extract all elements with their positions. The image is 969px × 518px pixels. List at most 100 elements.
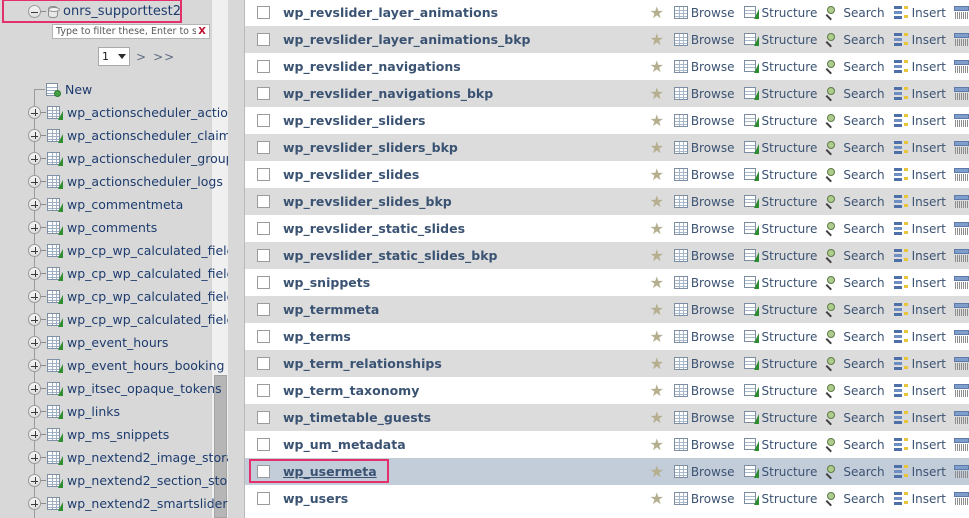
browse-link[interactable]: Browse — [673, 384, 735, 398]
table-row[interactable]: wp_users ★ Browse Structure Search Insert — [245, 485, 969, 512]
table-name-cell[interactable]: wp_revslider_layer_animations — [281, 5, 646, 20]
insert-link[interactable]: Insert — [893, 465, 946, 479]
table-name-link[interactable]: wp_term_relationships — [283, 356, 442, 371]
empty-icon[interactable] — [954, 357, 969, 370]
structure-link[interactable]: Structure — [743, 276, 817, 290]
table-name-cell[interactable]: wp_revslider_sliders_bkp — [281, 140, 646, 155]
table-name-link[interactable]: wp_usermeta — [283, 464, 377, 479]
favorite-star-icon[interactable]: ★ — [646, 139, 668, 156]
row-checkbox-cell[interactable] — [245, 411, 281, 424]
search-link[interactable]: Search — [825, 438, 885, 453]
insert-link[interactable]: Insert — [893, 357, 946, 371]
expand-plus-icon[interactable] — [28, 474, 41, 487]
browse-link[interactable]: Browse — [673, 33, 735, 47]
page-select-dropdown[interactable]: 1 — [98, 47, 130, 66]
tree-item-table[interactable]: wp_actionscheduler_groups — [0, 147, 228, 170]
insert-link[interactable]: Insert — [893, 303, 946, 317]
sidebar-scrollbar[interactable] — [211, 0, 228, 518]
empty-icon[interactable] — [954, 411, 969, 424]
row-checkbox[interactable] — [256, 33, 270, 46]
table-name-link[interactable]: wp_revslider_static_slides — [283, 221, 465, 236]
expand-plus-icon[interactable] — [28, 497, 41, 510]
row-checkbox-cell[interactable] — [245, 195, 281, 208]
insert-link[interactable]: Insert — [893, 249, 946, 263]
browse-link[interactable]: Browse — [673, 87, 735, 101]
browse-link[interactable]: Browse — [673, 222, 735, 236]
table-row[interactable]: wp_term_relationships ★ Browse Structure Sea… — [245, 350, 969, 377]
tree-item-table[interactable]: wp_nextend2_image_storage — [0, 446, 228, 469]
structure-link[interactable]: Structure — [743, 465, 817, 479]
browse-link[interactable]: Browse — [673, 168, 735, 182]
table-name-link[interactable]: wp_snippets — [283, 275, 370, 290]
table-name-cell[interactable]: wp_revslider_static_slides_bkp — [281, 248, 646, 263]
favorite-star-icon[interactable]: ★ — [646, 112, 668, 129]
last-page-button[interactable]: >> — [153, 50, 175, 64]
row-checkbox[interactable] — [256, 6, 270, 19]
expand-plus-icon[interactable] — [28, 152, 41, 165]
favorite-star-icon[interactable]: ★ — [646, 436, 668, 453]
table-name-link[interactable]: wp_terms — [283, 329, 351, 344]
table-row[interactable]: wp_revslider_navigations_bkp ★ Browse Struc… — [245, 80, 969, 107]
table-name-link[interactable]: wp_users — [283, 491, 348, 506]
row-checkbox-cell[interactable] — [245, 465, 281, 478]
table-row[interactable]: wp_revslider_layer_animations_bkp ★ Browse… — [245, 26, 969, 53]
tree-item-table[interactable]: wp_nextend2_section_storage — [0, 469, 228, 492]
row-checkbox[interactable] — [256, 411, 270, 424]
search-link[interactable]: Search — [825, 6, 885, 21]
empty-icon[interactable] — [954, 87, 969, 100]
table-row[interactable]: wp_snippets ★ Browse Structure Search Insert — [245, 269, 969, 296]
row-checkbox-cell[interactable] — [245, 384, 281, 397]
table-name-cell[interactable]: wp_snippets — [281, 275, 646, 290]
row-checkbox-cell[interactable] — [245, 330, 281, 343]
table-row[interactable]: wp_termmeta ★ Browse Structure Search Insert — [245, 296, 969, 323]
structure-link[interactable]: Structure — [743, 384, 817, 398]
table-row[interactable]: wp_timetable_guests ★ Browse Structure Searc… — [245, 404, 969, 431]
browse-link[interactable]: Browse — [673, 195, 735, 209]
empty-icon[interactable] — [954, 141, 969, 154]
structure-link[interactable]: Structure — [743, 303, 817, 317]
tree-item-table[interactable]: wp_actionscheduler_claims — [0, 124, 228, 147]
tree-item-table[interactable]: wp_ms_snippets — [0, 423, 228, 446]
browse-link[interactable]: Browse — [673, 438, 735, 452]
search-link[interactable]: Search — [825, 330, 885, 345]
expand-plus-icon[interactable] — [28, 428, 41, 441]
tree-item-table[interactable]: wp_comments — [0, 216, 228, 239]
favorite-star-icon[interactable]: ★ — [646, 382, 668, 399]
insert-link[interactable]: Insert — [893, 438, 946, 452]
insert-link[interactable]: Insert — [893, 330, 946, 344]
expand-plus-icon[interactable] — [28, 221, 41, 234]
row-checkbox[interactable] — [256, 195, 270, 208]
favorite-star-icon[interactable]: ★ — [646, 463, 668, 480]
browse-link[interactable]: Browse — [673, 330, 735, 344]
insert-link[interactable]: Insert — [893, 222, 946, 236]
row-checkbox[interactable] — [256, 141, 270, 154]
favorite-star-icon[interactable]: ★ — [646, 301, 668, 318]
favorite-star-icon[interactable]: ★ — [646, 220, 668, 237]
browse-link[interactable]: Browse — [673, 60, 735, 74]
table-row[interactable]: wp_revslider_sliders ★ Browse Structure Sear… — [245, 107, 969, 134]
empty-icon[interactable] — [954, 303, 969, 316]
table-name-link[interactable]: wp_termmeta — [283, 302, 379, 317]
insert-link[interactable]: Insert — [893, 384, 946, 398]
search-link[interactable]: Search — [825, 384, 885, 399]
expand-plus-icon[interactable] — [28, 175, 41, 188]
tree-item-table[interactable]: wp_itsec_opaque_tokens — [0, 377, 228, 400]
row-checkbox-cell[interactable] — [245, 276, 281, 289]
table-name-cell[interactable]: wp_revslider_navigations — [281, 59, 646, 74]
insert-link[interactable]: Insert — [893, 87, 946, 101]
search-link[interactable]: Search — [825, 60, 885, 75]
empty-icon[interactable] — [954, 330, 969, 343]
insert-link[interactable]: Insert — [893, 114, 946, 128]
table-name-cell[interactable]: wp_revslider_sliders — [281, 113, 646, 128]
structure-link[interactable]: Structure — [743, 195, 817, 209]
table-name-cell[interactable]: wp_revslider_navigations_bkp — [281, 86, 646, 101]
expand-plus-icon[interactable] — [28, 267, 41, 280]
row-checkbox[interactable] — [256, 465, 270, 478]
browse-link[interactable]: Browse — [673, 492, 735, 506]
browse-link[interactable]: Browse — [673, 303, 735, 317]
expand-plus-icon[interactable] — [28, 290, 41, 303]
structure-link[interactable]: Structure — [743, 60, 817, 74]
collapse-minus-icon[interactable] — [28, 5, 41, 18]
browse-link[interactable]: Browse — [673, 276, 735, 290]
row-checkbox-cell[interactable] — [245, 33, 281, 46]
